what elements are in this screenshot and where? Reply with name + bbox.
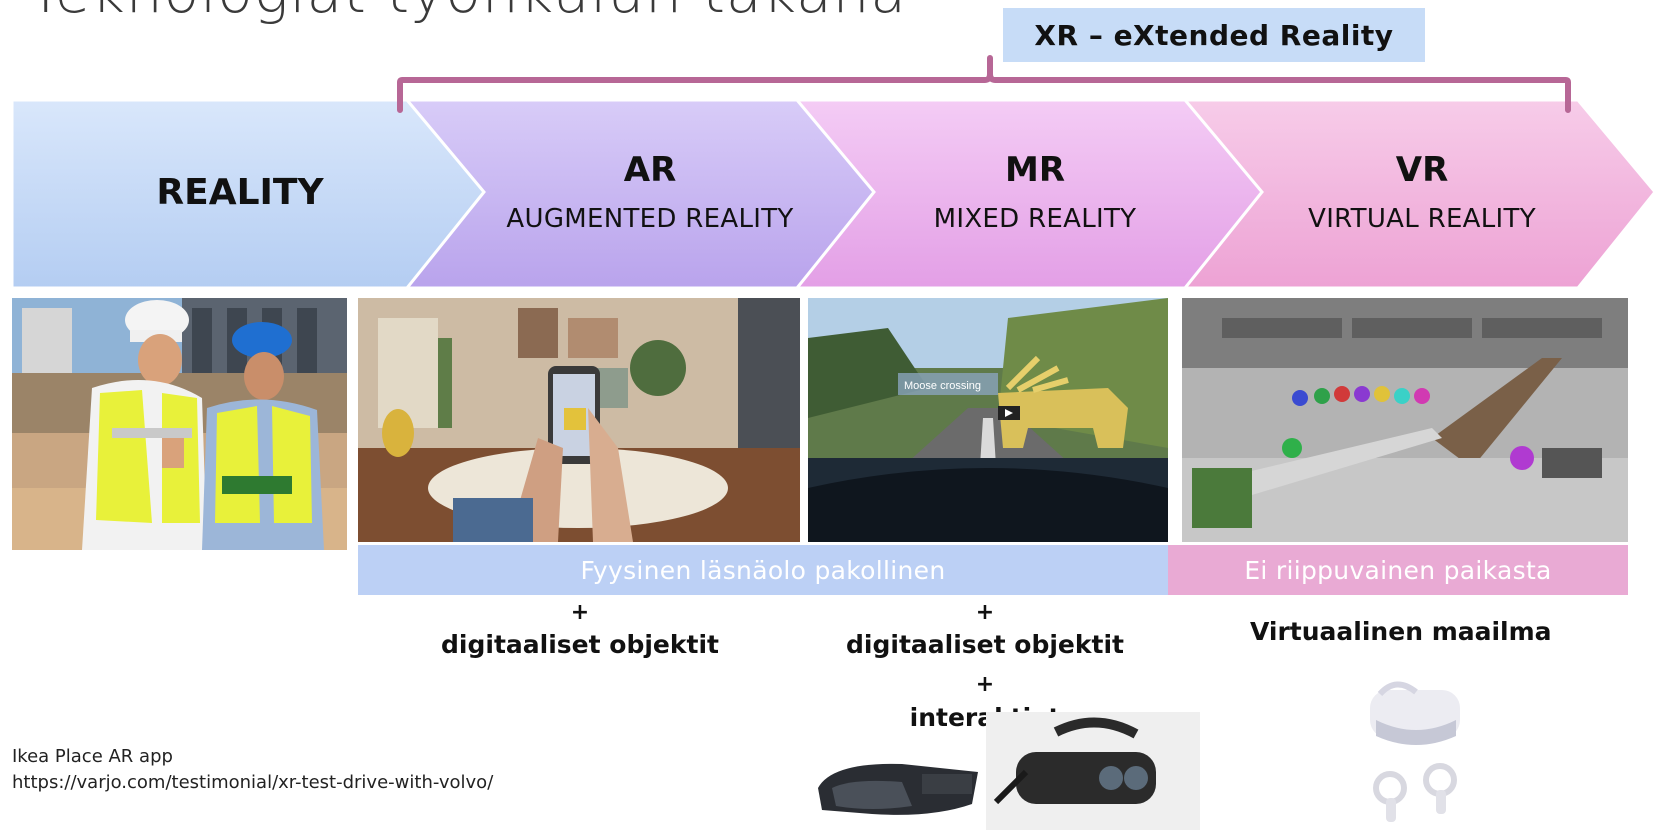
stage-mr-subtitle: MIXED REALITY — [933, 204, 1137, 234]
moose-crossing-label: Moose crossing — [904, 380, 981, 392]
stage-reality-title: REALITY — [156, 172, 324, 213]
mr-photo: Moose crossing — [808, 298, 1168, 542]
stage-ar-subtitle: AUGMENTED REALITY — [506, 204, 794, 234]
source-line-1: Ikea Place AR app — [12, 746, 173, 767]
stage-mr: MR MIXED REALITY — [875, 150, 1195, 234]
mr-plus-2: + — [975, 672, 995, 697]
stage-vr-subtitle: VIRTUAL REALITY — [1308, 204, 1536, 234]
ar-photo — [358, 298, 800, 542]
stage-ar-title: AR — [623, 150, 677, 190]
stage-vr-title: VR — [1395, 150, 1449, 190]
oculus-quest-image — [1356, 680, 1476, 830]
stage-mr-title: MR — [1004, 150, 1065, 190]
ar-plus: + — [570, 600, 590, 625]
mr-caption: digitaaliset objektit — [846, 630, 1124, 659]
vr-caption: Virtuaalinen maailma — [1250, 617, 1552, 646]
ar-caption: digitaaliset objektit — [441, 630, 719, 659]
source-line-2: https://varjo.com/testimonial/xr-test-dr… — [12, 772, 494, 793]
reality-photo — [12, 298, 347, 550]
stage-reality: REALITY — [80, 172, 400, 213]
physical-presence-bar: Fyysinen läsnäolo pakollinen — [358, 545, 1168, 595]
location-independent-bar: Ei riippuvainen paikasta — [1168, 545, 1628, 595]
hololens-headset-image — [812, 748, 984, 830]
stage-ar: AR AUGMENTED REALITY — [490, 150, 810, 234]
xr-label: XR – eXtended Reality — [1003, 8, 1425, 62]
vr-photo — [1182, 298, 1628, 542]
varjo-headset-image — [986, 712, 1200, 830]
stage-vr: VR VIRTUAL REALITY — [1262, 150, 1582, 234]
mr-plus-1: + — [975, 600, 995, 625]
